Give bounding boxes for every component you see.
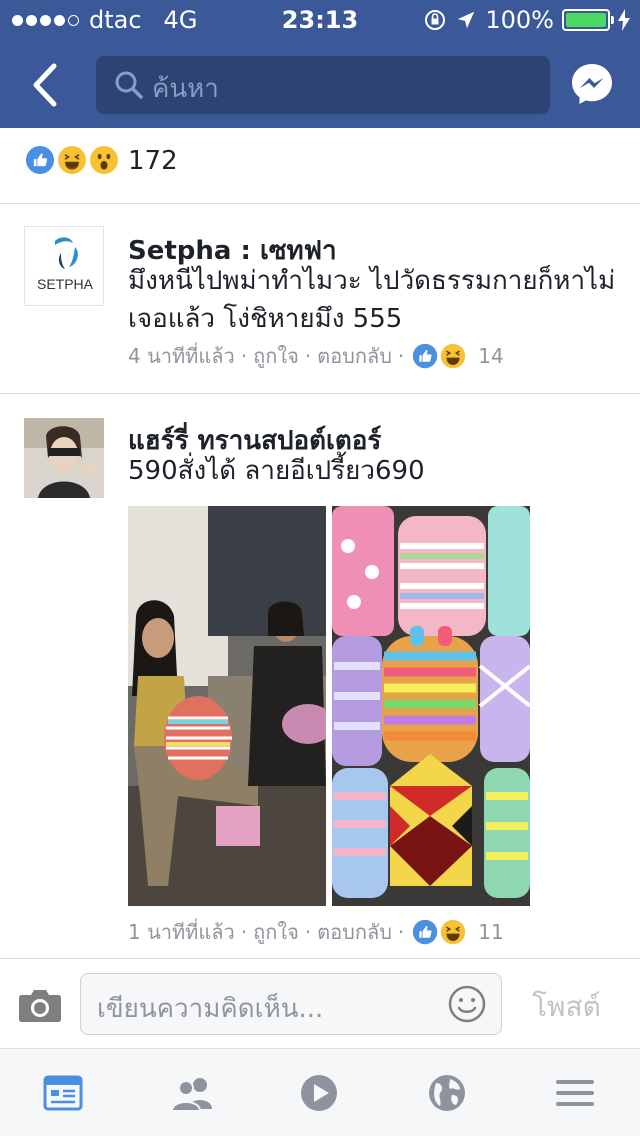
comment-composer: เขียนความคิดเห็น... โพสต์ (0, 958, 640, 1048)
battery-icon (562, 9, 614, 31)
avatar[interactable]: SETPHA (24, 226, 104, 306)
comment-text: 590สั่งได้ ลายอีเปรี้ยว690 (128, 456, 425, 486)
setpha-logo: SETPHA (37, 237, 94, 292)
haha-reaction-icon (438, 341, 469, 371)
like-link[interactable]: ถูกใจ (253, 916, 299, 948)
user-photo (24, 418, 104, 498)
menu-icon[interactable] (554, 1073, 596, 1113)
comment-time[interactable]: 1 นาทีที่แล้ว (128, 916, 235, 948)
like-reaction-icon (24, 144, 56, 176)
search-icon (115, 71, 143, 99)
camera-icon[interactable] (18, 987, 62, 1023)
comment-photo[interactable] (128, 506, 530, 906)
search-bar[interactable]: ค้นหา (96, 56, 550, 114)
top-bar: dtac 4G 23:13 100% ค้นหา (0, 0, 640, 128)
comment-meta: 4 นาทีที่แล้ว · ถูกใจ · ตอบกลับ · 14 (128, 340, 504, 372)
comment-item: SETPHA Setpha : เซทฟา มึงหนีไปพม่าทำไมวะ… (0, 204, 640, 394)
comment-meta: 1 นาทีที่แล้ว · ถูกใจ · ตอบกลับ · 11 (128, 916, 504, 948)
like-reaction-icon (410, 917, 441, 947)
comment-reaction-count[interactable]: 11 (478, 920, 503, 944)
messenger-icon[interactable] (570, 62, 614, 106)
like-reaction-icon (410, 341, 441, 371)
rotation-lock-icon (425, 10, 446, 30)
haha-reaction-icon (438, 917, 469, 947)
like-link[interactable]: ถูกใจ (253, 340, 299, 372)
video-icon[interactable] (298, 1073, 340, 1113)
post-button[interactable]: โพสต์ (532, 985, 601, 1029)
reactions-summary[interactable]: 172 (0, 128, 640, 204)
avatar-label: SETPHA (37, 276, 94, 292)
charging-icon (618, 9, 630, 31)
comment-input[interactable]: เขียนความคิดเห็น... (80, 973, 502, 1035)
globe-icon[interactable] (426, 1073, 468, 1113)
wow-reaction-icon (88, 144, 120, 176)
comment-item: แฮร์รี่ ทรานสปอต์เตอร์ 590สั่งได้ ลายอีเ… (0, 394, 640, 958)
comment-placeholder: เขียนความคิดเห็น... (97, 994, 324, 1024)
news-feed-icon[interactable] (42, 1073, 84, 1113)
emoji-icon[interactable] (447, 984, 487, 1024)
reply-link[interactable]: ตอบกลับ (317, 340, 392, 372)
photo-image (128, 506, 530, 906)
haha-reaction-icon (56, 144, 88, 176)
avatar[interactable] (24, 418, 104, 498)
reply-link[interactable]: ตอบกลับ (317, 916, 392, 948)
comment-text: มึงหนีไปพม่าทำไมวะ ไปวัดธรรมกายก็หาไม่เจ… (128, 266, 616, 334)
reaction-count: 172 (128, 146, 178, 176)
back-button[interactable] (26, 60, 66, 110)
search-input[interactable]: ค้นหา (152, 68, 219, 109)
comment-time[interactable]: 4 นาทีที่แล้ว (128, 340, 235, 372)
tab-bar (0, 1048, 640, 1136)
status-bar: dtac 4G 23:13 100% (0, 0, 640, 40)
location-icon (458, 11, 475, 29)
friends-icon[interactable] (170, 1073, 216, 1113)
comment-reaction-count[interactable]: 14 (478, 344, 503, 368)
battery-percent: 100% (485, 6, 554, 34)
